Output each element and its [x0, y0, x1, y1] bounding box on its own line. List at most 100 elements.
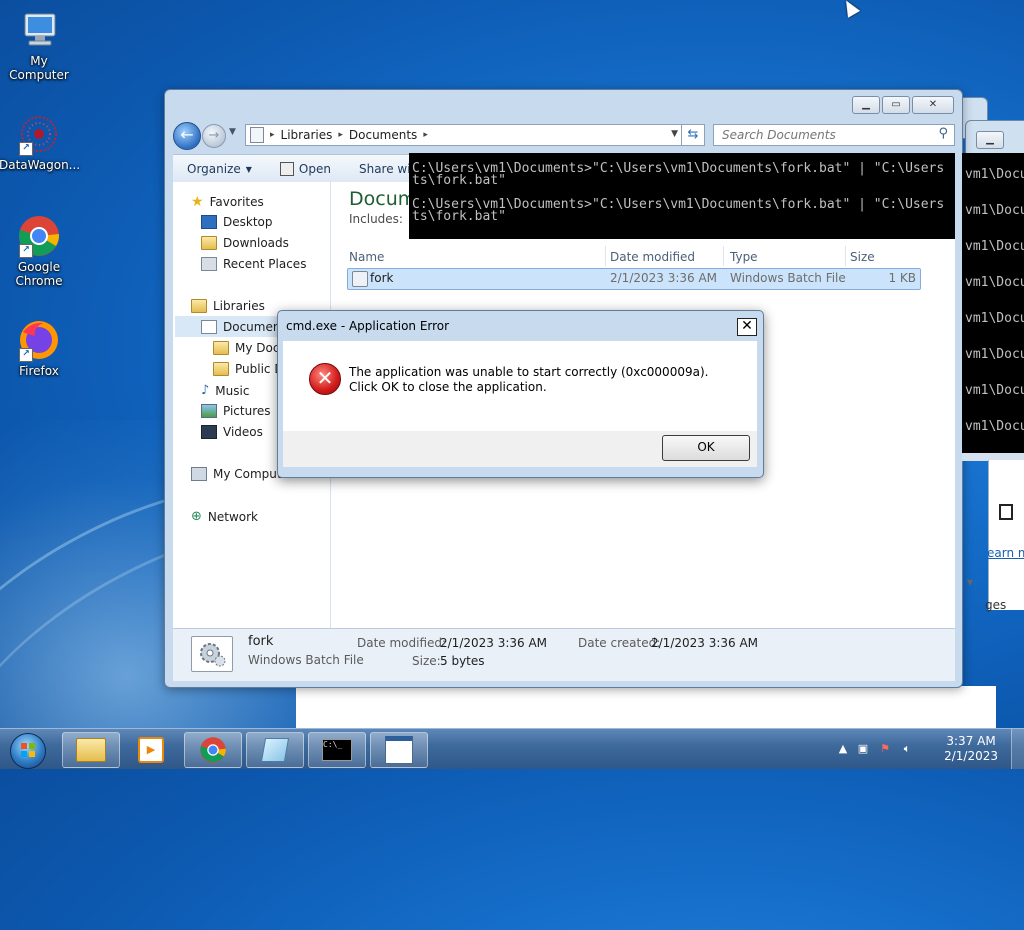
learn-more-link[interactable]: earn m: [987, 546, 1024, 560]
nav-label: Downloads: [223, 236, 289, 250]
library-includes[interactable]: Includes:: [349, 212, 403, 226]
taskbar-explorer-button[interactable]: [62, 732, 120, 768]
show-hidden-icons-icon[interactable]: ▲: [836, 742, 850, 756]
taskbar-cmd-button[interactable]: C:\_: [308, 732, 366, 768]
background-window[interactable]: earn m ▼: [967, 460, 1024, 610]
media-player-icon: ▶: [138, 737, 164, 763]
command-prompt-output[interactable]: C:\Users\vm1\Documents>"C:\Users\vm1\Doc…: [409, 153, 955, 239]
column-divider[interactable]: [605, 246, 606, 266]
window-controls: ▁ ▭ ✕: [852, 96, 954, 114]
open-button[interactable]: Open: [266, 162, 345, 176]
desktop-icon-firefox[interactable]: ↗ Firefox: [0, 318, 79, 378]
desktop-icon-my-computer[interactable]: My Computer: [0, 8, 79, 82]
nav-pictures[interactable]: Pictures: [201, 404, 271, 418]
nav-music[interactable]: ♪ Music: [201, 383, 249, 398]
taskbar-app-button[interactable]: [370, 732, 428, 768]
details-file-name: fork: [248, 634, 274, 649]
command-prompt-output-right[interactable]: vm1\Docu vm1\Docu vm1\Docu vm1\Docu vm1\…: [962, 153, 1024, 453]
checkbox-icon[interactable]: [999, 504, 1013, 520]
minimize-button[interactable]: ▁: [852, 96, 880, 114]
taskbar-media-player-button[interactable]: ▶: [122, 732, 180, 768]
network-tray-icon[interactable]: ▣: [856, 742, 870, 756]
navigation-bar: ← → ▼ ▸ Libraries ▸ Documents ▸ ▼ ⇆ ⚲: [173, 122, 955, 150]
firefox-icon: ↗: [17, 318, 61, 362]
cmd-line: vm1\Docu: [965, 239, 1024, 254]
clock[interactable]: 3:37 AM 2/1/2023: [944, 734, 998, 764]
breadcrumb-separator-icon: ▸: [338, 130, 343, 140]
nav-network[interactable]: ⊕ Network: [191, 509, 258, 524]
search-input[interactable]: [720, 125, 924, 145]
nav-my-documents[interactable]: My Docu: [213, 341, 287, 355]
show-desktop-button[interactable]: [1011, 729, 1024, 769]
share-with-label: Share wi: [358, 162, 411, 176]
pictures-icon: [201, 404, 217, 418]
taskbar-notepad-button[interactable]: [246, 732, 304, 768]
column-header-name[interactable]: Name: [349, 246, 384, 268]
computer-icon: [191, 467, 207, 481]
file-thumbnail-icon: [191, 636, 233, 672]
desktop-icon-datawagon[interactable]: ↗ DataWagon...: [0, 112, 81, 172]
taskbar-chrome-button[interactable]: [184, 732, 242, 768]
volume-icon[interactable]: 🔈︎: [900, 742, 914, 756]
cmd-line: vm1\Docu: [965, 167, 1024, 182]
back-button[interactable]: ←: [173, 122, 201, 150]
nav-libraries[interactable]: Libraries: [191, 299, 265, 313]
dialog-close-button[interactable]: ✕: [737, 318, 757, 336]
column-divider[interactable]: [845, 246, 846, 266]
nav-videos[interactable]: Videos: [201, 425, 263, 439]
notepad-icon: [260, 738, 290, 762]
column-header-type[interactable]: Type: [730, 246, 758, 268]
organize-button[interactable]: Organize ▼: [173, 162, 266, 176]
action-center-flag-icon[interactable]: ⚑: [878, 742, 892, 756]
shortcut-arrow-icon: ↗: [19, 244, 33, 258]
application-error-dialog[interactable]: cmd.exe - Application Error ✕ ✕ The appl…: [277, 310, 764, 478]
breadcrumb-libraries[interactable]: Libraries: [281, 128, 333, 142]
open-icon: [279, 162, 294, 176]
maximize-button[interactable]: ▭: [882, 96, 910, 114]
mouse-cursor-icon: [840, 0, 861, 18]
nav-downloads[interactable]: Downloads: [201, 236, 289, 250]
recent-pages-dropdown-icon[interactable]: ▼: [229, 127, 236, 137]
start-button[interactable]: [4, 731, 52, 769]
details-size: 5 bytes: [440, 654, 485, 668]
nav-desktop[interactable]: Desktop: [201, 215, 273, 229]
breadcrumb-separator-icon: ▸: [423, 130, 428, 140]
chrome-icon: [200, 737, 226, 763]
dialog-button-area: OK: [283, 431, 757, 467]
close-button[interactable]: ✕: [912, 96, 954, 114]
column-divider[interactable]: [723, 246, 724, 266]
clock-time: 3:37 AM: [946, 734, 996, 748]
nav-favorites[interactable]: ★ Favorites: [191, 194, 264, 210]
clock-date: 2/1/2023: [944, 749, 998, 763]
details-pane: fork Windows Batch File Date modified: 2…: [173, 628, 955, 681]
breadcrumb-documents[interactable]: Documents: [349, 128, 417, 142]
desktop-icon-google-chrome[interactable]: ↗ Google Chrome: [0, 214, 79, 288]
search-box[interactable]: ⚲: [713, 124, 955, 146]
minimize-button[interactable]: ▁: [976, 131, 1004, 149]
error-icon: ✕: [309, 363, 341, 395]
file-row[interactable]: fork 2/1/2023 3:36 AM Windows Batch File…: [347, 268, 921, 290]
window-app-icon: [385, 736, 413, 764]
forward-button[interactable]: →: [202, 124, 226, 148]
desktop-icon-label: DataWagon...: [0, 158, 81, 172]
ok-button[interactable]: OK: [662, 435, 750, 461]
cmd-line: vm1\Docu: [965, 419, 1024, 434]
windows-logo-icon: [21, 743, 35, 757]
nav-public-documents[interactable]: Public D: [213, 362, 284, 376]
desktop-icon-label: Google Chrome: [15, 260, 63, 288]
batch-file-icon: [352, 271, 368, 287]
nav-label: Pictures: [223, 404, 271, 418]
search-icon[interactable]: ⚲: [938, 126, 948, 141]
desktop-icon: [201, 215, 217, 229]
folder-icon: [76, 738, 106, 762]
address-dropdown-icon[interactable]: ▼: [671, 129, 678, 139]
scroll-down-icon[interactable]: ▼: [967, 578, 973, 587]
file-name: fork: [370, 271, 394, 285]
column-header-size[interactable]: Size: [850, 246, 875, 268]
refresh-icon[interactable]: ⇆: [681, 124, 705, 146]
nav-label: Desktop: [223, 215, 273, 229]
address-bar[interactable]: ▸ Libraries ▸ Documents ▸ ▼: [245, 124, 683, 146]
nav-recent-places[interactable]: Recent Places: [201, 257, 306, 271]
computer-icon: [17, 8, 61, 52]
column-header-date-modified[interactable]: Date modified: [610, 246, 695, 268]
